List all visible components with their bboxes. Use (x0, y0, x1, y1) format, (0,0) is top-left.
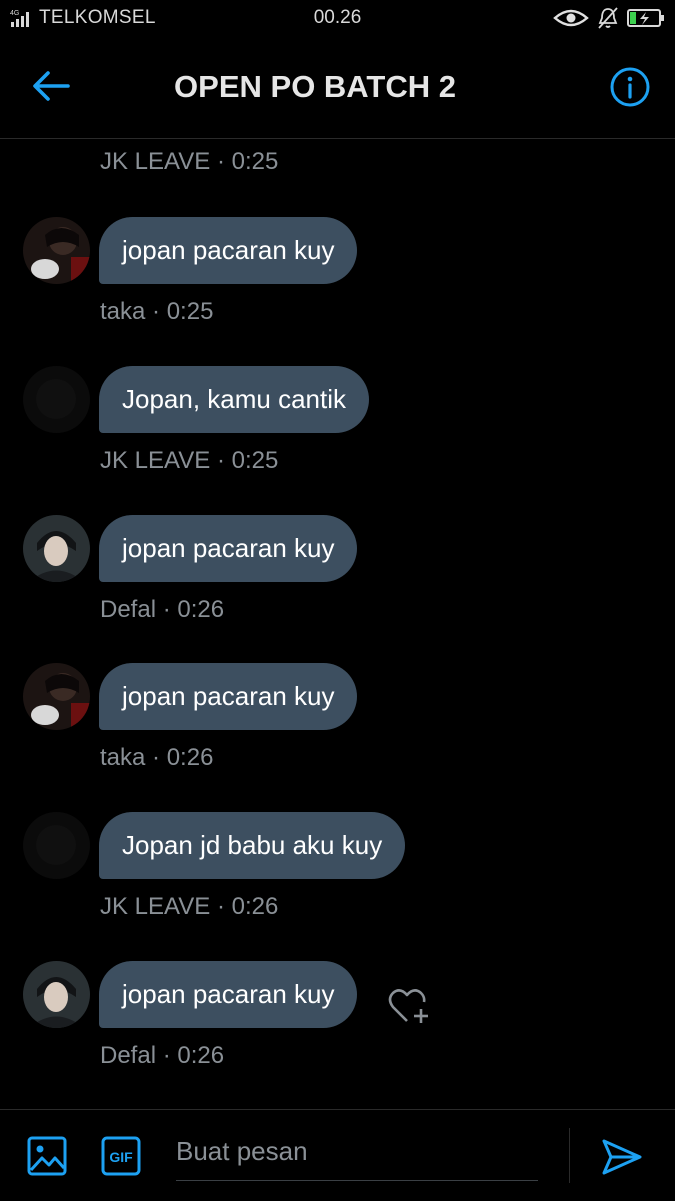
send-icon[interactable] (601, 1136, 643, 1178)
status-bar: 4G TELKOMSEL 00.26 (0, 0, 675, 36)
svg-text:GIF: GIF (109, 1149, 133, 1165)
message-bubble[interactable]: jopan pacaran kuy (99, 217, 358, 284)
message-meta: JK LEAVE · 0:25 (100, 148, 279, 175)
avatar[interactable] (23, 515, 90, 582)
conversation-title: OPEN PO BATCH 2 (174, 69, 456, 104)
avatar[interactable] (23, 366, 90, 433)
message-list[interactable]: JK LEAVE · 0:25 jopan pacaran kuy taka ·… (0, 139, 675, 1109)
message-bubble[interactable]: jopan pacaran kuy (99, 515, 358, 582)
gif-button[interactable]: GIF (101, 1136, 141, 1176)
message-input[interactable] (176, 1122, 538, 1181)
heart-plus-icon[interactable] (387, 985, 433, 1027)
image-icon[interactable] (27, 1136, 67, 1176)
message-bubble[interactable]: jopan pacaran kuy (99, 663, 358, 730)
message-bubble[interactable]: Jopan jd babu aku kuy (99, 812, 406, 879)
message-meta: JK LEAVE · 0:26 (100, 893, 279, 920)
battery-charging-icon (627, 9, 664, 27)
message-bubble[interactable]: Jopan, kamu cantik (99, 366, 370, 433)
info-icon[interactable] (609, 66, 651, 108)
message-bubble[interactable]: jopan pacaran kuy (99, 961, 358, 1028)
bell-off-icon (598, 7, 618, 29)
avatar[interactable] (23, 812, 90, 879)
message-meta: JK LEAVE · 0:25 (100, 447, 279, 474)
divider (569, 1128, 570, 1183)
conversation-header: OPEN PO BATCH 2 (0, 36, 675, 139)
avatar[interactable] (23, 961, 90, 1028)
message-meta: taka · 0:25 (100, 298, 214, 325)
message-meta: Defal · 0:26 (100, 1042, 225, 1069)
avatar[interactable] (23, 217, 90, 284)
message-meta: Defal · 0:26 (100, 596, 225, 623)
message-composer: GIF (0, 1109, 675, 1201)
message-meta: taka · 0:26 (100, 744, 214, 771)
eye-comfort-icon (553, 9, 589, 27)
status-icons (553, 6, 665, 30)
avatar[interactable] (23, 663, 90, 730)
